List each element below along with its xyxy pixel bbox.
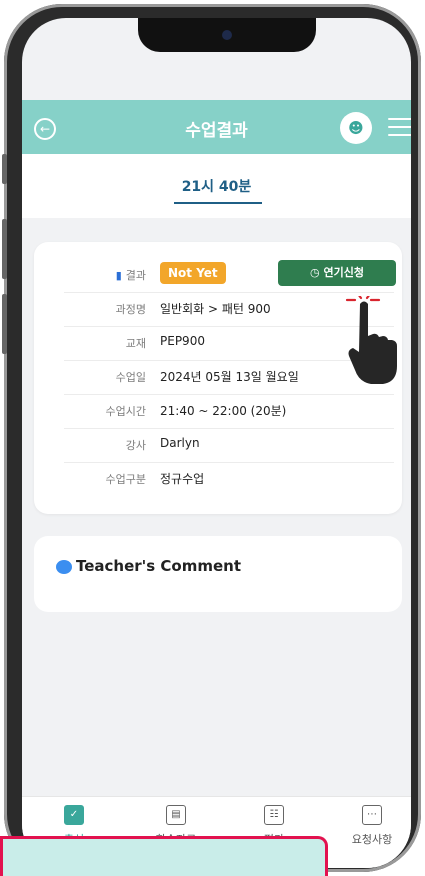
detail-value: 일반회화 > 패턴 900 bbox=[160, 302, 271, 316]
teacher-comment-card: Teacher's Comment bbox=[34, 536, 402, 612]
phone-screen: ← 수업결과 ☻ 21시 40분 ▮ 결과 Not Yet ◷ 연기신청 과정명 … bbox=[22, 18, 411, 868]
user-check-icon[interactable]: ☻ bbox=[340, 112, 372, 144]
chat-dots-icon: ⋯ bbox=[362, 805, 382, 825]
detail-row-type: 수업구분 정규수업 bbox=[64, 462, 394, 496]
tab-label: 요청사항 bbox=[351, 833, 393, 846]
tab-time[interactable]: 21시 40분 bbox=[22, 176, 411, 196]
bottom-popup bbox=[0, 836, 328, 876]
status-badge: Not Yet bbox=[160, 262, 226, 284]
phone-frame: ← 수업결과 ☻ 21시 40분 ▮ 결과 Not Yet ◷ 연기신청 과정명 … bbox=[2, 4, 421, 872]
tap-hand-icon bbox=[345, 296, 397, 384]
time-tab-bar: 21시 40분 bbox=[22, 154, 411, 218]
detail-label: 수업구분 bbox=[105, 473, 146, 486]
detail-row-time: 수업시간 21:40 ~ 22:00 (20분) bbox=[64, 394, 394, 429]
hamburger-menu-icon[interactable] bbox=[388, 118, 411, 136]
detail-label: 과정명 bbox=[115, 303, 146, 316]
defer-request-button[interactable]: ◷ 연기신청 bbox=[278, 260, 396, 286]
detail-label: 수업일 bbox=[115, 371, 146, 384]
detail-value: 21:40 ~ 22:00 (20분) bbox=[160, 404, 287, 418]
result-row: ▮ 결과 Not Yet ◷ 연기신청 bbox=[64, 258, 396, 293]
bookmark-icon: ▮ bbox=[115, 269, 122, 282]
calendar-check-icon: ✓ bbox=[64, 805, 84, 825]
notch bbox=[138, 18, 316, 52]
detail-value: 2024년 05월 13일 월요일 bbox=[160, 370, 299, 384]
comment-title: Teacher's Comment bbox=[76, 557, 242, 575]
tab-requests[interactable]: ⋯ 요청사항 bbox=[332, 805, 411, 847]
detail-label: 교재 bbox=[125, 337, 146, 350]
clipboard-chart-icon: ☷ bbox=[264, 805, 284, 825]
tab-indicator bbox=[174, 202, 262, 204]
volume-up-button bbox=[2, 219, 7, 279]
clock-icon: ◷ bbox=[310, 266, 324, 279]
defer-button-label: 연기신청 bbox=[323, 266, 364, 279]
side-button bbox=[2, 154, 7, 184]
detail-label: 강사 bbox=[125, 439, 146, 452]
book-icon: ▤ bbox=[166, 805, 186, 825]
detail-label: 수업시간 bbox=[105, 405, 146, 418]
detail-value: Darlyn bbox=[160, 436, 200, 450]
detail-value: 정규수업 bbox=[160, 472, 205, 486]
volume-down-button bbox=[2, 294, 7, 354]
detail-row-teacher: 강사 Darlyn bbox=[64, 428, 394, 463]
chat-bubble-icon bbox=[56, 560, 72, 574]
camera-icon bbox=[222, 30, 232, 40]
result-label: 결과 bbox=[125, 269, 146, 282]
result-label-wrap: ▮ 결과 bbox=[64, 267, 146, 283]
detail-value: PEP900 bbox=[160, 334, 205, 348]
app-header: ← 수업결과 ☻ bbox=[22, 100, 411, 154]
